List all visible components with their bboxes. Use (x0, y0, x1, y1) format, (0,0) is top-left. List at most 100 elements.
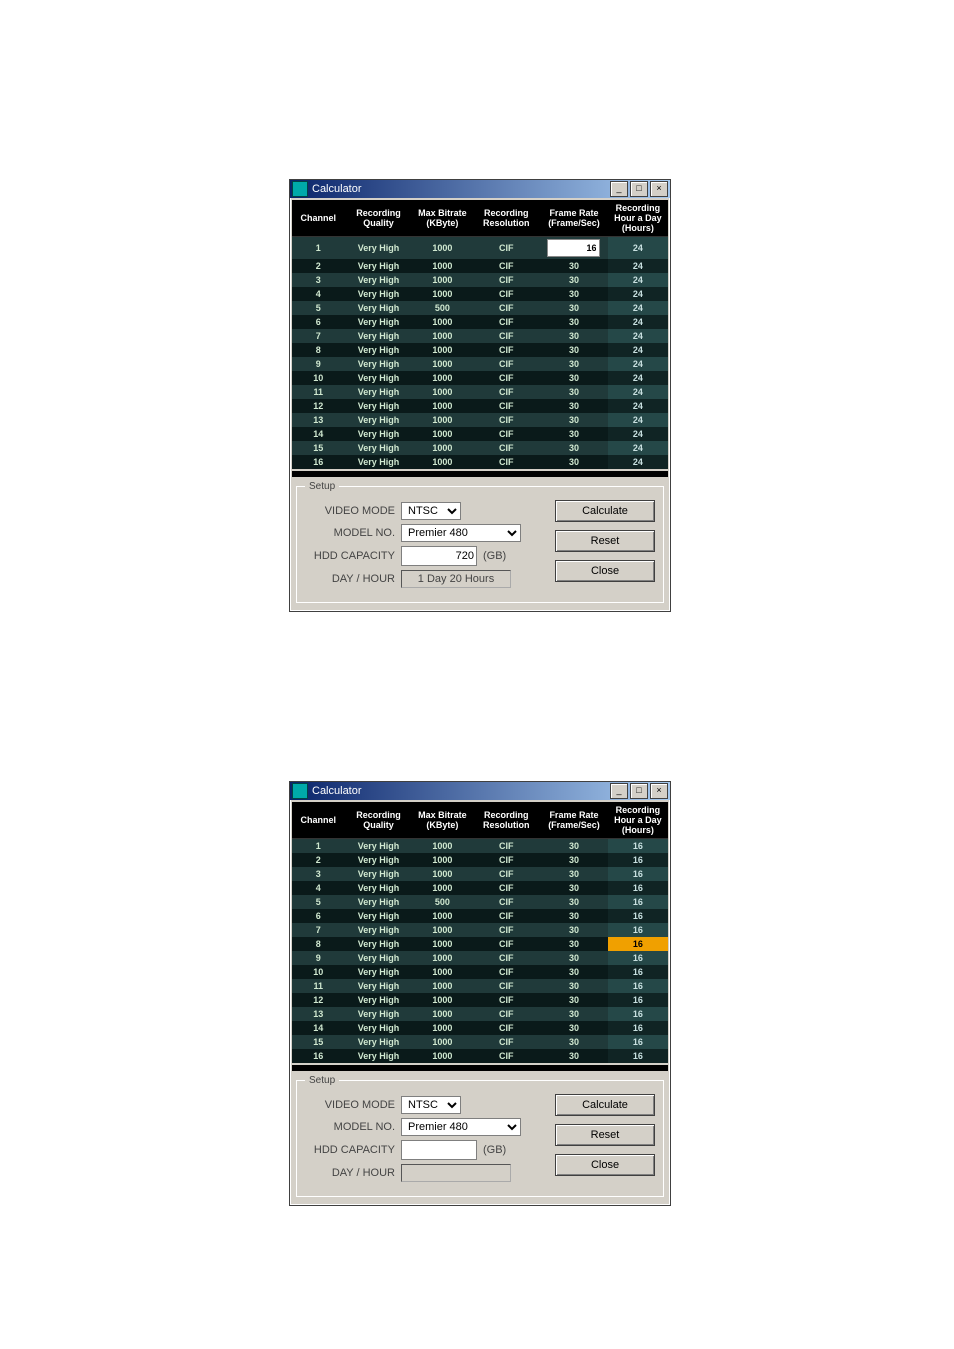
titlebar[interactable]: Calculator_□× (290, 782, 670, 800)
quality-cell[interactable]: Very High (345, 357, 413, 371)
bitrate-cell[interactable]: 1000 (412, 287, 472, 301)
channel-cell[interactable]: 6 (292, 909, 345, 923)
hours-cell[interactable]: 24 (608, 371, 668, 385)
frame-rate-cell[interactable]: 30 (540, 909, 608, 923)
channel-cell[interactable]: 7 (292, 923, 345, 937)
close-button[interactable]: Close (555, 560, 655, 582)
frame-rate-cell[interactable]: 30 (540, 881, 608, 895)
hours-cell[interactable]: 16 (608, 1021, 668, 1035)
channel-cell[interactable]: 11 (292, 385, 345, 399)
video-mode-select[interactable]: NTSC (401, 1096, 461, 1114)
close-button[interactable]: × (650, 783, 668, 799)
quality-cell[interactable]: Very High (345, 1049, 413, 1063)
resolution-cell[interactable]: CIF (472, 441, 540, 455)
resolution-cell[interactable]: CIF (472, 965, 540, 979)
hours-cell[interactable]: 16 (608, 881, 668, 895)
channel-cell[interactable]: 14 (292, 427, 345, 441)
bitrate-cell[interactable]: 1000 (412, 951, 472, 965)
bitrate-cell[interactable]: 1000 (412, 965, 472, 979)
channel-cell[interactable]: 13 (292, 413, 345, 427)
maximize-button[interactable]: □ (630, 783, 648, 799)
resolution-cell[interactable]: CIF (472, 427, 540, 441)
bitrate-cell[interactable]: 1000 (412, 441, 472, 455)
hours-cell[interactable]: 24 (608, 427, 668, 441)
hours-cell[interactable]: 16 (608, 853, 668, 867)
hours-cell[interactable]: 16 (608, 1035, 668, 1049)
channel-cell[interactable]: 13 (292, 1007, 345, 1021)
bitrate-cell[interactable]: 500 (412, 301, 472, 315)
channel-cell[interactable]: 8 (292, 343, 345, 357)
resolution-cell[interactable]: CIF (472, 881, 540, 895)
reset-button[interactable]: Reset (555, 530, 655, 552)
channel-cell[interactable]: 12 (292, 399, 345, 413)
hours-cell[interactable]: 16 (608, 979, 668, 993)
video-mode-select[interactable]: NTSC (401, 502, 461, 520)
quality-cell[interactable]: Very High (345, 951, 413, 965)
bitrate-cell[interactable]: 500 (412, 895, 472, 909)
frame-rate-cell[interactable]: 30 (540, 441, 608, 455)
frame-rate-cell[interactable]: 30 (540, 1007, 608, 1021)
channel-cell[interactable]: 3 (292, 273, 345, 287)
bitrate-cell[interactable]: 1000 (412, 427, 472, 441)
hours-cell[interactable]: 16 (608, 951, 668, 965)
quality-cell[interactable]: Very High (345, 853, 413, 867)
resolution-cell[interactable]: CIF (472, 937, 540, 951)
quality-cell[interactable]: Very High (345, 923, 413, 937)
channel-cell[interactable]: 9 (292, 357, 345, 371)
frame-rate-cell[interactable]: 30 (540, 427, 608, 441)
quality-cell[interactable]: Very High (345, 371, 413, 385)
channel-cell[interactable]: 2 (292, 853, 345, 867)
resolution-cell[interactable]: CIF (472, 237, 540, 260)
model-no-select[interactable]: Premier 480 (401, 524, 521, 542)
bitrate-cell[interactable]: 1000 (412, 1035, 472, 1049)
bitrate-cell[interactable]: 1000 (412, 371, 472, 385)
frame-rate-cell[interactable]: 30 (540, 839, 608, 854)
frame-rate-cell[interactable]: 30 (540, 853, 608, 867)
quality-cell[interactable]: Very High (345, 237, 413, 260)
bitrate-cell[interactable]: 1000 (412, 329, 472, 343)
bitrate-cell[interactable]: 1000 (412, 839, 472, 854)
frame-rate-cell[interactable]: 30 (540, 895, 608, 909)
resolution-cell[interactable]: CIF (472, 867, 540, 881)
resolution-cell[interactable]: CIF (472, 343, 540, 357)
bitrate-cell[interactable]: 1000 (412, 867, 472, 881)
quality-cell[interactable]: Very High (345, 441, 413, 455)
hours-cell[interactable]: 24 (608, 259, 668, 273)
frame-rate-cell[interactable]: 30 (540, 343, 608, 357)
hours-cell[interactable]: 24 (608, 441, 668, 455)
frame-rate-input[interactable] (547, 239, 600, 257)
bitrate-cell[interactable]: 1000 (412, 853, 472, 867)
bitrate-cell[interactable]: 1000 (412, 937, 472, 951)
frame-rate-cell[interactable]: 30 (540, 867, 608, 881)
hours-cell[interactable]: 24 (608, 329, 668, 343)
channel-cell[interactable]: 12 (292, 993, 345, 1007)
bitrate-cell[interactable]: 1000 (412, 923, 472, 937)
frame-rate-cell[interactable]: 30 (540, 371, 608, 385)
bitrate-cell[interactable]: 1000 (412, 881, 472, 895)
quality-cell[interactable]: Very High (345, 273, 413, 287)
resolution-cell[interactable]: CIF (472, 287, 540, 301)
quality-cell[interactable]: Very High (345, 315, 413, 329)
close-button[interactable]: Close (555, 1154, 655, 1176)
hours-cell[interactable]: 16 (608, 895, 668, 909)
resolution-cell[interactable]: CIF (472, 839, 540, 854)
channel-cell[interactable]: 4 (292, 287, 345, 301)
hours-cell[interactable]: 24 (608, 287, 668, 301)
resolution-cell[interactable]: CIF (472, 979, 540, 993)
frame-rate-cell[interactable]: 30 (540, 385, 608, 399)
resolution-cell[interactable]: CIF (472, 385, 540, 399)
hours-cell[interactable]: 24 (608, 399, 668, 413)
bitrate-cell[interactable]: 1000 (412, 385, 472, 399)
channel-cell[interactable]: 10 (292, 371, 345, 385)
hours-cell[interactable]: 24 (608, 301, 668, 315)
resolution-cell[interactable]: CIF (472, 1021, 540, 1035)
hours-cell[interactable]: 24 (608, 343, 668, 357)
quality-cell[interactable]: Very High (345, 993, 413, 1007)
bitrate-cell[interactable]: 1000 (412, 273, 472, 287)
bitrate-cell[interactable]: 1000 (412, 315, 472, 329)
resolution-cell[interactable]: CIF (472, 273, 540, 287)
quality-cell[interactable]: Very High (345, 979, 413, 993)
minimize-button[interactable]: _ (610, 181, 628, 197)
bitrate-cell[interactable]: 1000 (412, 979, 472, 993)
hours-cell[interactable]: 24 (608, 237, 668, 260)
